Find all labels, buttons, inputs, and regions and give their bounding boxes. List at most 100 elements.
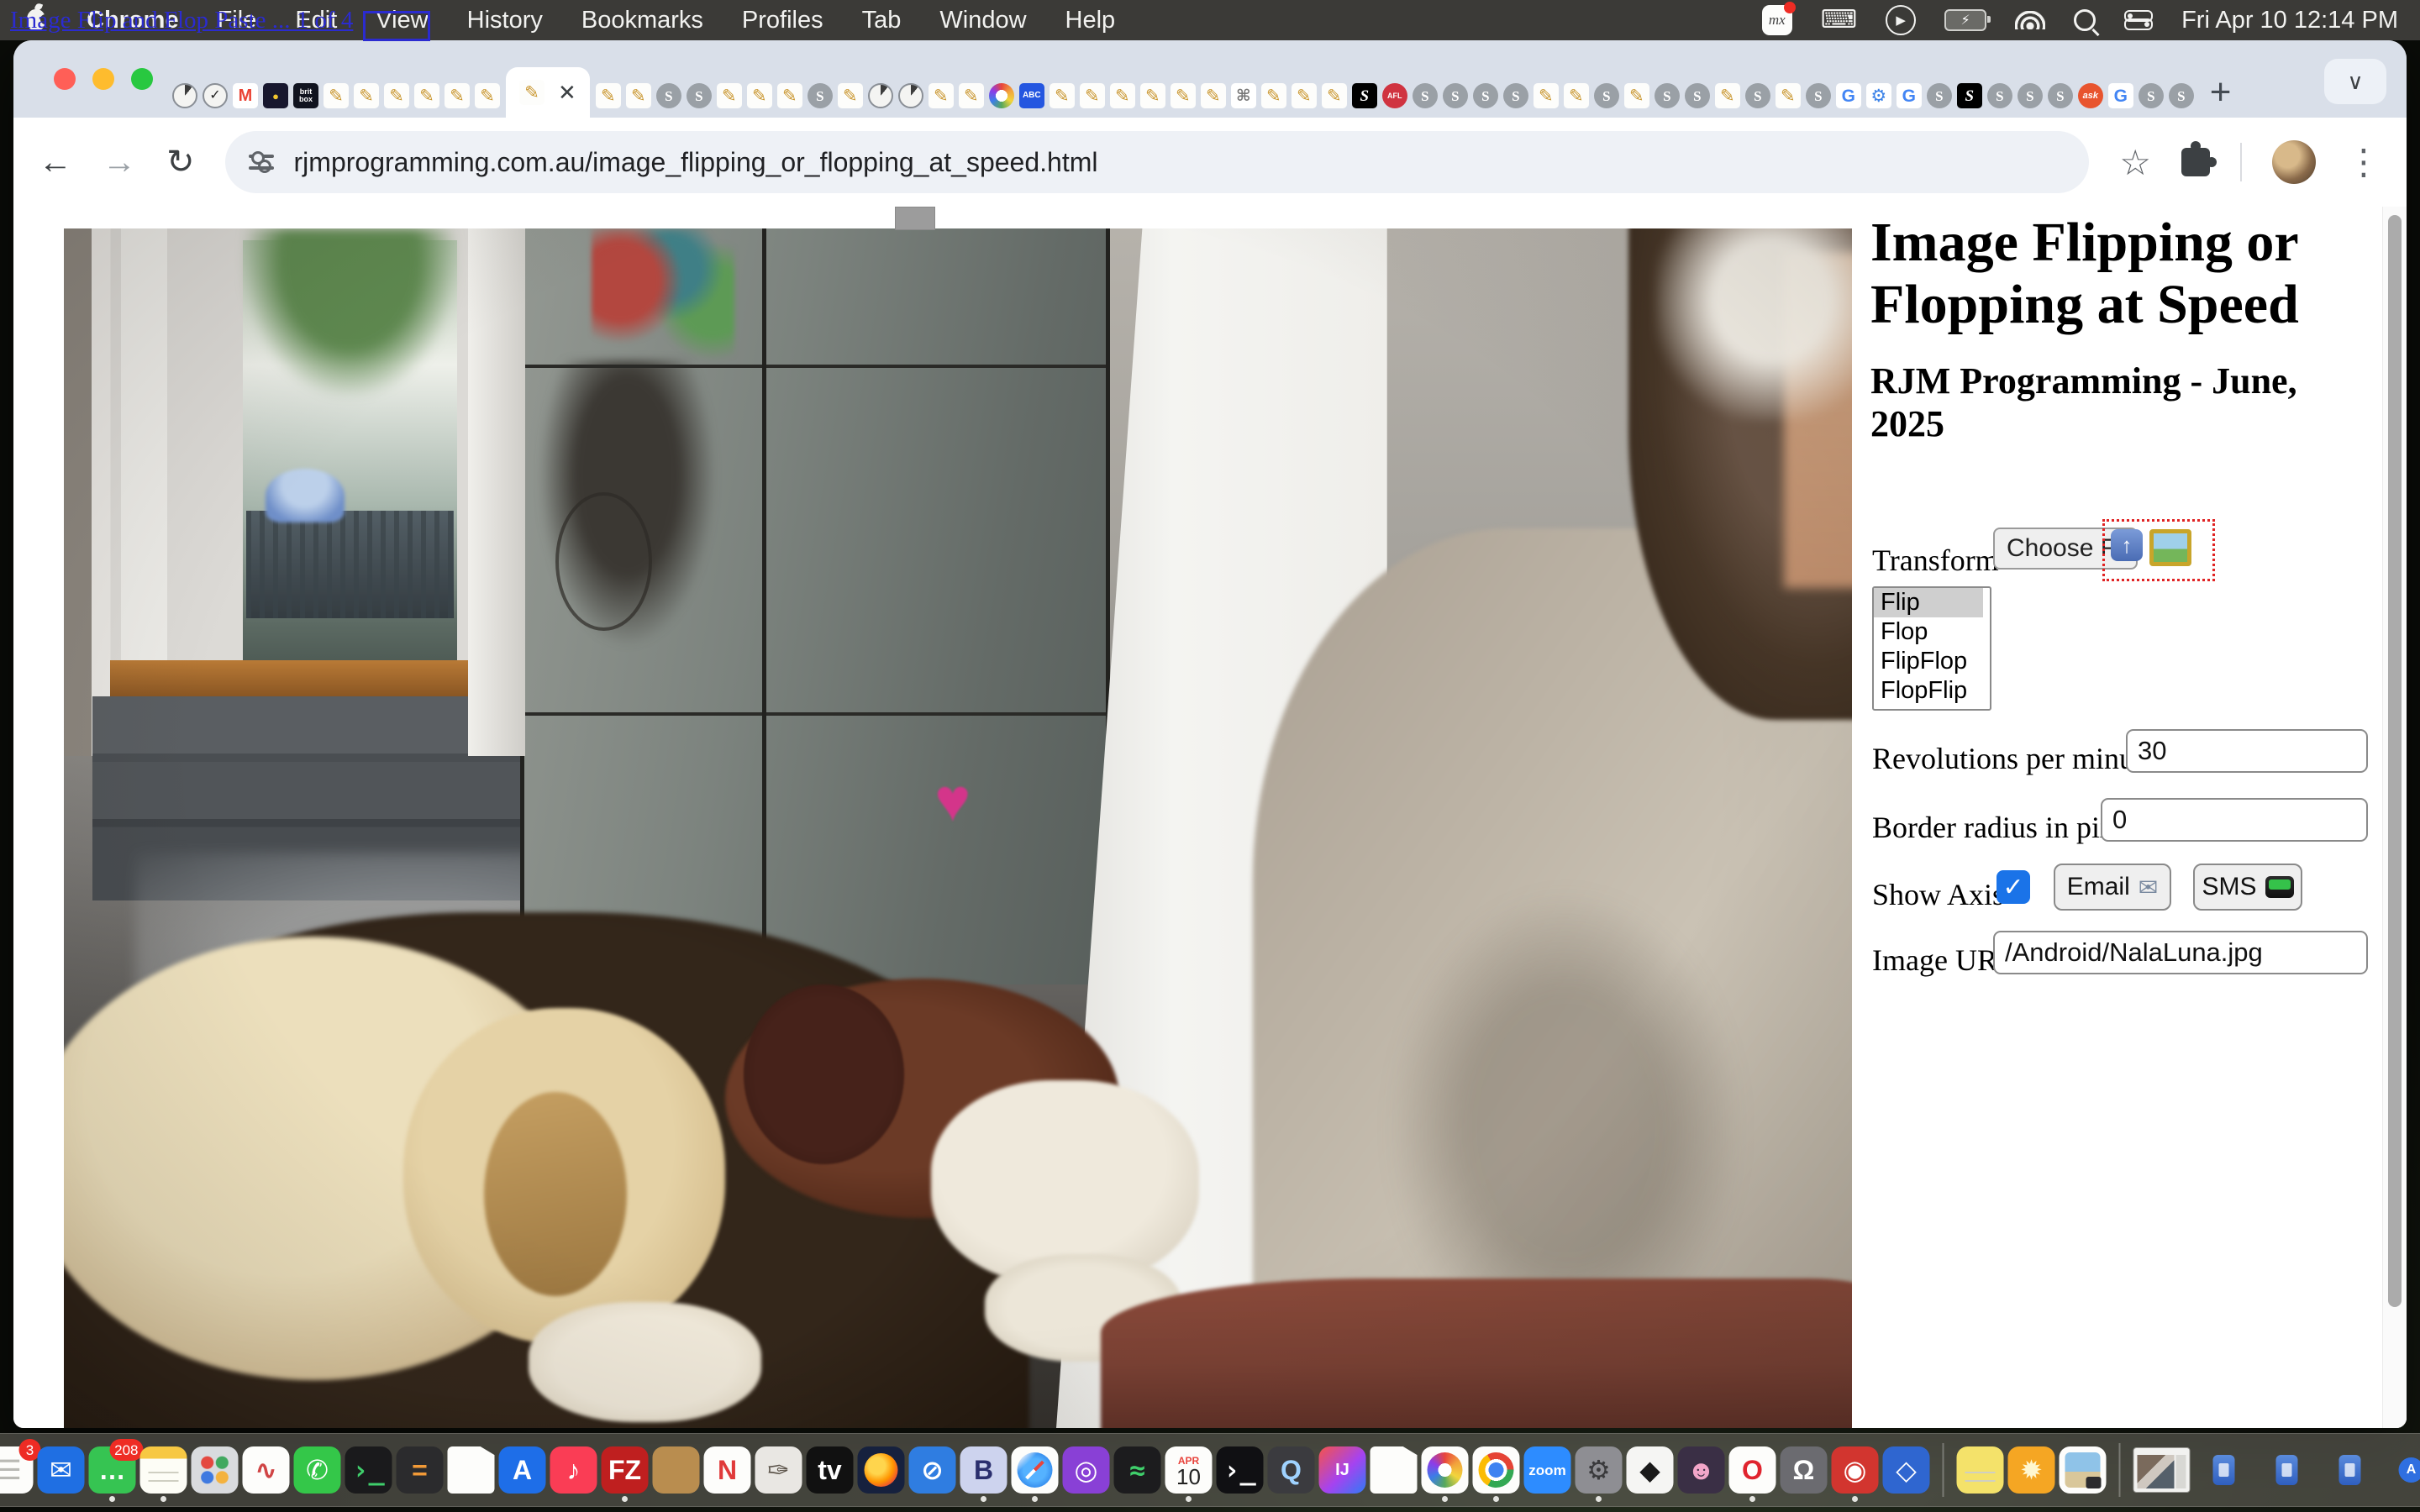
tab-clock[interactable] — [896, 74, 926, 118]
tab-apple[interactable]: ⌘ — [1228, 74, 1259, 118]
tab-pencil[interactable]: ✎ — [442, 74, 472, 118]
dock-gauge-app-icon[interactable]: ◉ — [1832, 1446, 1879, 1494]
apple-menu-icon[interactable] — [27, 9, 45, 31]
wifi-icon[interactable] — [2015, 11, 2045, 29]
dock-pet-app-icon[interactable]: ☻ — [1678, 1446, 1725, 1494]
tab-clock[interactable] — [865, 74, 896, 118]
dock-chrome-icon[interactable] — [1473, 1446, 1520, 1494]
tab-clockcheck[interactable]: ✓ — [200, 74, 230, 118]
page-scrollbar[interactable] — [2382, 207, 2407, 1428]
dock-minimized-app-icon[interactable]: A — [2399, 1457, 2420, 1483]
dock-pixelmator-icon[interactable] — [1422, 1446, 1469, 1494]
tab-pencil[interactable]: ✎ — [412, 74, 442, 118]
battery-charging-icon[interactable]: ⚡ — [1944, 9, 1986, 31]
dock-iterm-icon[interactable]: ›_ — [1217, 1446, 1264, 1494]
dock-facetime-icon[interactable]: ✆ — [294, 1446, 341, 1494]
tab-pencil[interactable]: ✎ — [1712, 74, 1743, 118]
menu-item-edit[interactable]: Edit — [276, 7, 356, 34]
dock-calculator-icon[interactable]: = — [397, 1446, 444, 1494]
keyboard-icon[interactable]: ⌨ — [1821, 8, 1857, 33]
tab-pencil[interactable]: ✎ — [1289, 74, 1319, 118]
tab-pencil[interactable]: ✎ — [775, 74, 805, 118]
tab-scircle[interactable]: S — [684, 74, 714, 118]
menu-item-chrome[interactable]: Chrome — [67, 7, 198, 34]
tab-pencil[interactable]: ✎ — [1077, 74, 1107, 118]
dock-safari-icon[interactable] — [1012, 1446, 1059, 1494]
tab-abc[interactable]: ABC — [1017, 74, 1047, 118]
menu-item-file[interactable]: File — [198, 7, 276, 34]
dock-calendar-icon[interactable]: APR10 — [1165, 1446, 1213, 1494]
dock-terminal-2-icon[interactable]: ≈ — [1114, 1446, 1161, 1494]
tab-google[interactable]: G — [2106, 74, 2136, 118]
tab-pencil[interactable]: ✎ — [321, 74, 351, 118]
dock-notes-icon[interactable] — [140, 1446, 187, 1494]
dock-launchpad-icon[interactable] — [192, 1446, 239, 1494]
profile-avatar[interactable] — [2272, 140, 2316, 184]
border-radius-input[interactable] — [2101, 798, 2368, 842]
tab-pencil[interactable]: ✎ — [1198, 74, 1228, 118]
image-url-input[interactable] — [1993, 931, 2368, 974]
bookmark-star-icon[interactable]: ☆ — [2119, 142, 2151, 183]
tab-pencil[interactable]: ✎ — [1047, 74, 1077, 118]
tab-scircle[interactable]: S — [1501, 74, 1531, 118]
transform-option-flipflop[interactable]: FlipFlop — [1874, 647, 1990, 676]
forward-button[interactable]: → — [103, 145, 136, 179]
tab-scircle[interactable]: S — [1652, 74, 1682, 118]
new-tab-button[interactable]: + — [2210, 74, 2232, 111]
control-center-icon[interactable] — [2124, 10, 2153, 30]
email-button[interactable]: Email ✉ — [2054, 864, 2171, 911]
tab-pencil[interactable]: ✎ — [956, 74, 986, 118]
menu-clock[interactable]: Fri Apr 10 12:14 PM — [2181, 7, 2398, 34]
dock-minimized-window-icon[interactable] — [2133, 1447, 2191, 1493]
tab-pencil[interactable]: ✎ — [1138, 74, 1168, 118]
tab-pencil[interactable]: ✎ — [381, 74, 412, 118]
tab-gear[interactable]: ⚙ — [1864, 74, 1894, 118]
tab-pencil[interactable]: ✎ — [1531, 74, 1561, 118]
reload-button[interactable]: ↻ — [166, 145, 195, 179]
tab-scircle[interactable]: S — [1470, 74, 1501, 118]
tab-scircle[interactable]: S — [1410, 74, 1440, 118]
tab-pencil[interactable]: ✎ — [593, 74, 623, 118]
tab-scircle[interactable]: S — [805, 74, 835, 118]
dock-pages-doc-icon[interactable] — [1370, 1446, 1418, 1494]
menu-item-tab[interactable]: Tab — [843, 7, 921, 34]
site-info-icon[interactable] — [249, 151, 274, 173]
tab-sscript[interactable]: S — [1954, 74, 1985, 118]
dock-zoom-icon[interactable]: zoom — [1524, 1446, 1571, 1494]
dock-photos-device-icon[interactable] — [2060, 1446, 2107, 1494]
menu-item-view[interactable]: View — [356, 7, 447, 34]
dock-mail-icon[interactable]: ✉ — [38, 1446, 85, 1494]
dock-app-store-icon[interactable]: A — [499, 1446, 546, 1494]
tab-keyhole[interactable]: ● — [260, 74, 291, 118]
tab-scircle[interactable]: S — [1682, 74, 1712, 118]
dock-system-settings-icon[interactable]: ⚙ — [1576, 1446, 1623, 1494]
dock-opera-icon[interactable]: O — [1729, 1446, 1776, 1494]
dock-minimized-doc-icon[interactable] — [2339, 1455, 2361, 1485]
tab-pencil[interactable]: ✎ — [1561, 74, 1591, 118]
dock-reminders-icon[interactable]: ☰3 — [0, 1446, 34, 1494]
sms-button[interactable]: SMS — [2193, 864, 2302, 911]
dock-music-icon[interactable]: ♪ — [550, 1446, 597, 1494]
tab-scircle[interactable]: S — [1591, 74, 1622, 118]
show-axis-checkbox[interactable]: ✓ — [1996, 870, 2030, 904]
transform-listbox[interactable]: FlipFlopFlipFlopFlopFlip — [1872, 586, 1991, 711]
dock-apple-tv-icon[interactable]: tv — [807, 1446, 854, 1494]
tab-pencil[interactable]: ✎ — [1259, 74, 1289, 118]
tab-pencil[interactable]: ✎ — [714, 74, 744, 118]
play-icon[interactable]: ▶ — [1886, 5, 1916, 35]
dock-blue-app-icon[interactable]: ◇ — [1883, 1446, 1930, 1494]
address-bar[interactable]: rjmprogramming.com.au/image_flipping_or_… — [225, 131, 2090, 193]
dock-bulb-app-icon[interactable]: ✹ — [2008, 1446, 2055, 1494]
dock-intellij-icon[interactable]: IJ — [1319, 1446, 1366, 1494]
dock-gimp-icon[interactable]: ✑ — [755, 1446, 802, 1494]
close-window-button[interactable] — [54, 68, 76, 90]
dock-paragon-icon[interactable]: ⊘ — [909, 1446, 956, 1494]
transform-option-flopflip[interactable]: FlopFlip — [1874, 676, 1990, 706]
tab-scircle[interactable]: S — [1924, 74, 1954, 118]
tab-pencil[interactable]: ✎ — [623, 74, 654, 118]
dock-textedit-icon[interactable] — [448, 1446, 495, 1494]
tab-pencil[interactable]: ✎ — [835, 74, 865, 118]
dock-news-icon[interactable]: N — [704, 1446, 751, 1494]
dock-quicktime-icon[interactable]: Q — [1268, 1446, 1315, 1494]
tab-scircle[interactable]: S — [1803, 74, 1833, 118]
